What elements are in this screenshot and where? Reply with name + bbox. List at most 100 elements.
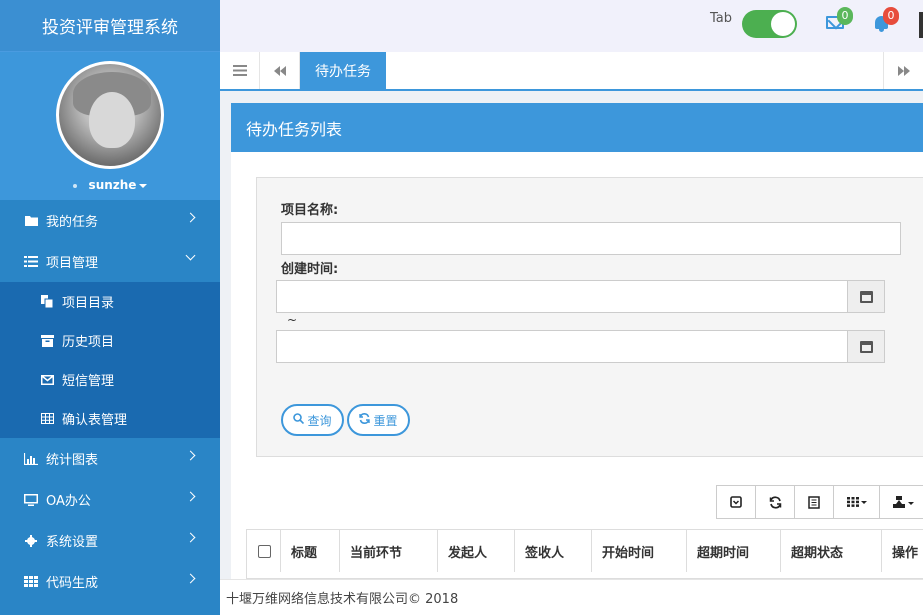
refresh-icon [769,495,781,509]
end-date-picker-button[interactable] [847,330,885,363]
column-header[interactable]: 开始时间 [592,530,687,572]
sidebar-item-oa-office[interactable]: OA办公 [0,479,220,520]
sidebar-submenu: 项目目录 历史项目 短信管理 确认表管理 [0,282,220,438]
avatar-face [89,92,135,148]
sidebar-subitem-confirmation-table[interactable]: 确认表管理 [0,399,220,438]
tabs-scroll-left-button[interactable] [260,52,300,89]
pagination-icon [730,496,742,508]
mail-count-badge: 0 [837,7,853,25]
bar-chart-icon [24,452,38,465]
top-bar: Tab 0 0 [220,0,923,52]
card-view-icon [808,495,820,509]
query-button-label: 查询 [307,413,332,428]
envelope-icon [40,374,54,386]
column-header[interactable]: 签收人 [515,530,592,572]
menu-toggle-button[interactable] [220,52,260,89]
sidebar-subitem-label: 确认表管理 [62,413,128,428]
sidebar-item-label: OA办公 [46,494,91,509]
calendar-icon [859,340,873,353]
date-range-separator: ~ [287,313,298,327]
column-header[interactable]: 超期状态 [781,530,882,572]
column-header[interactable]: 标题 [281,530,340,572]
start-date-picker-button[interactable] [847,280,885,313]
double-chevron-left-icon [273,65,286,76]
task-table: 标题 当前环节 发起人 签收人 开始时间 超期时间 超期状态 操作 [246,529,923,579]
sidebar-item-system-settings[interactable]: 系统设置 [0,520,220,561]
sidebar-item-my-tasks[interactable]: 我的任务 [0,200,220,241]
list-icon [24,256,38,268]
chevron-right-icon [185,573,196,584]
end-date-input[interactable] [276,330,848,363]
refresh-icon [359,413,371,427]
footer: 十堰万维网络信息技术有限公司© 2018 [220,579,923,615]
table-toolbar [716,485,923,519]
grid-icon [24,576,38,588]
app-title: 投资评审管理系统 [0,0,220,52]
chevron-right-icon [185,450,196,461]
select-all-checkbox[interactable] [258,544,271,558]
column-header[interactable]: 发起人 [438,530,515,572]
page-tabs-bar: 待办任务 [220,52,923,91]
export-dropdown-button[interactable] [879,485,923,519]
columns-icon [846,497,867,507]
calendar-icon [859,290,873,303]
sidebar-item-label: 统计图表 [46,453,99,468]
main-content: 待办任务列表 项目名称: 创建时间: ~ 查询 重置 标题 当前环节 发起人 签… [220,91,923,579]
sidebar-subitem-project-catalog[interactable]: 项目目录 [0,282,220,321]
toggle-pagination-button[interactable] [716,485,755,519]
user-name: sunzhe [88,178,137,192]
columns-dropdown-button[interactable] [833,485,879,519]
project-name-label: 项目名称: [281,203,339,218]
sidebar-item-label: 系统设置 [46,535,99,550]
reset-button-label: 重置 [373,413,398,428]
user-menu[interactable]: sunzhe [0,178,220,192]
sidebar-item-label: 我的任务 [46,215,99,230]
tab-toggle-label: Tab [710,11,733,26]
sidebar-subitem-label: 历史项目 [62,335,115,350]
gear-icon [24,534,38,547]
files-icon [40,295,54,308]
sidebar-subitem-label: 项目目录 [62,296,115,311]
tab-toggle-switch[interactable] [742,10,797,38]
user-thumbnail[interactable] [919,12,923,38]
chevron-right-icon [185,212,196,223]
create-time-label: 创建时间: [281,262,339,277]
sidebar-subitem-label: 短信管理 [62,374,115,389]
online-dot-icon [72,183,77,188]
sidebar-item-project-management[interactable]: 项目管理 [0,241,220,282]
tabs-scroll-right-button[interactable] [883,52,923,89]
avatar[interactable] [56,61,164,169]
sidebar-item-label: 代码生成 [46,576,99,591]
start-date-input[interactable] [276,280,848,313]
column-header[interactable]: 当前环节 [340,530,438,572]
sidebar-item-label: 项目管理 [46,256,99,271]
sidebar-item-code-generation[interactable]: 代码生成 [0,561,220,602]
toggle-card-view-button[interactable] [794,485,833,519]
chevron-right-icon [185,532,196,543]
select-all-cell [247,530,281,572]
project-name-input[interactable] [281,222,901,255]
column-header[interactable]: 超期时间 [687,530,781,572]
sidebar-item-statistics[interactable]: 统计图表 [0,438,220,479]
sidebar-subitem-sms-management[interactable]: 短信管理 [0,360,220,399]
sidebar-menu: 我的任务 项目管理 项目目录 历史项目 短信管理 确认表管理 统计图表 OA办公… [0,200,220,602]
chevron-down-icon [185,250,196,261]
notification-count-badge: 0 [883,7,899,25]
export-icon [892,495,914,508]
toggle-knob [771,12,795,36]
column-header[interactable]: 操作 [882,530,923,572]
reset-button[interactable]: 重置 [347,404,410,436]
user-profile: sunzhe [0,52,220,200]
double-chevron-right-icon [897,65,910,76]
table-icon [40,413,54,425]
refresh-table-button[interactable] [755,485,794,519]
query-button[interactable]: 查询 [281,404,344,436]
task-list-panel: 待办任务列表 项目名称: 创建时间: ~ 查询 重置 标题 当前环节 发起人 签… [231,103,923,579]
folder-icon [24,215,38,227]
hamburger-icon [232,65,247,76]
search-icon [293,413,305,427]
panel-title: 待办任务列表 [231,103,923,152]
sidebar: 投资评审管理系统 sunzhe 我的任务 项目管理 项目目录 历史项目 短信管理… [0,0,220,615]
sidebar-subitem-history-projects[interactable]: 历史项目 [0,321,220,360]
tab-pending-tasks[interactable]: 待办任务 [300,52,386,89]
